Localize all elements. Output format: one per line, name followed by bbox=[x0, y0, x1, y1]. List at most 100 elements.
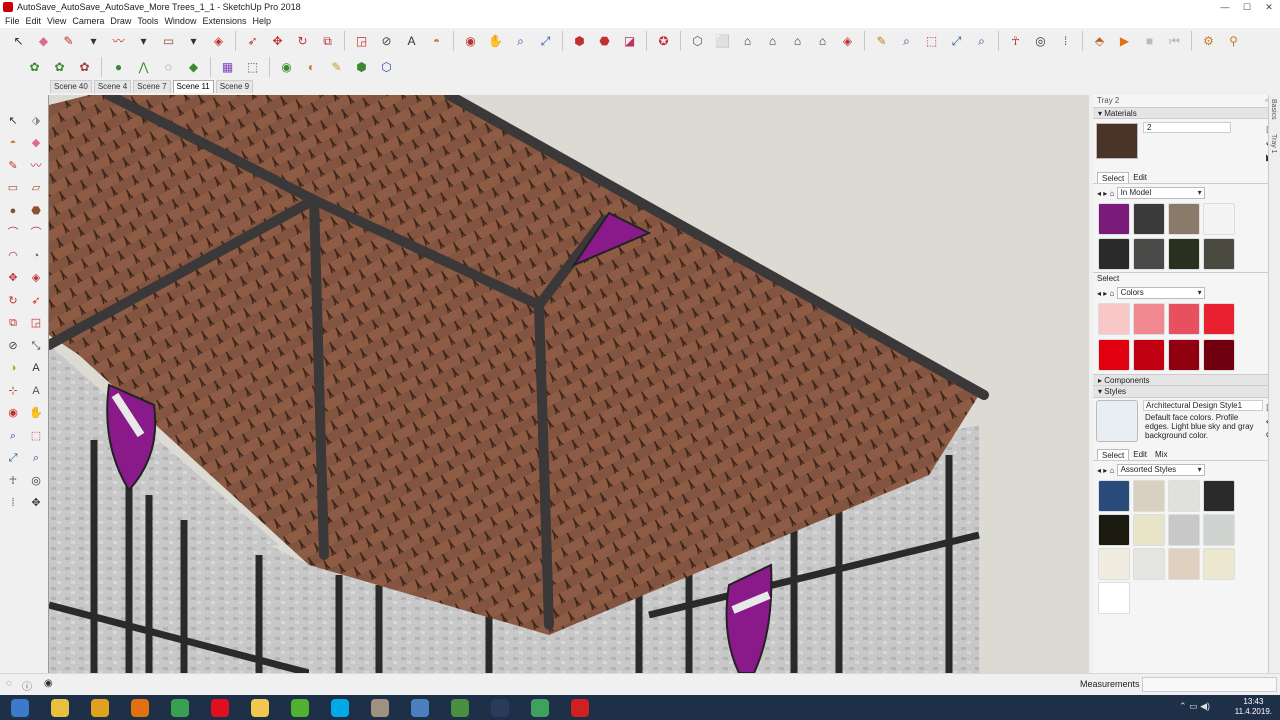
zoom-window-icon[interactable]: ⬚ bbox=[27, 427, 45, 445]
eraser-icon[interactable]: ◆ bbox=[34, 31, 54, 51]
sandbox-from-contours-icon[interactable]: ✿ bbox=[25, 57, 45, 77]
components-panel-header[interactable]: ▸ Components✕ bbox=[1093, 374, 1280, 386]
opera-icon[interactable] bbox=[202, 695, 238, 720]
style-swatch-12[interactable] bbox=[1097, 582, 1130, 614]
color-by-icon[interactable]: ▦ bbox=[218, 57, 238, 77]
eye-icon[interactable]: ◎ bbox=[1031, 31, 1051, 51]
orbit-icon[interactable]: ◉ bbox=[461, 31, 481, 51]
protractor-icon[interactable]: ◑ bbox=[4, 360, 22, 378]
color-swatch-5[interactable] bbox=[1132, 339, 1165, 371]
sketchup-plugin-icon[interactable] bbox=[82, 695, 118, 720]
menu-window[interactable]: Window bbox=[163, 14, 201, 28]
menu-camera[interactable]: Camera bbox=[71, 14, 109, 28]
freehand-dropdown-icon[interactable]: ▾ bbox=[134, 31, 154, 51]
geo-location-icon[interactable]: ◉ bbox=[277, 57, 297, 77]
style-swatch-2[interactable] bbox=[1167, 480, 1200, 512]
back-view-icon[interactable]: ⌂ bbox=[788, 31, 808, 51]
scale-icon[interactable]: ⧉ bbox=[4, 315, 22, 333]
tape-measure-icon[interactable]: ⊘ bbox=[4, 337, 22, 355]
previous-icon[interactable]: ⏮ bbox=[1165, 31, 1185, 51]
select-icon[interactable]: ↖ bbox=[4, 112, 22, 130]
paint-bucket-icon[interactable]: ◓ bbox=[427, 31, 447, 51]
front-view-icon[interactable]: ⌂ bbox=[738, 31, 758, 51]
chrome-icon[interactable] bbox=[162, 695, 198, 720]
zoom-window-icon[interactable]: ⌕ bbox=[897, 31, 917, 51]
back-arrow-icon-2[interactable]: ◂ bbox=[1097, 289, 1101, 298]
style-swatch-8[interactable] bbox=[1097, 548, 1130, 580]
warehouse-icon[interactable]: ⬢ bbox=[570, 31, 590, 51]
extension-manager-icon[interactable]: ✪ bbox=[654, 31, 674, 51]
material-swatch-4[interactable] bbox=[1097, 238, 1130, 270]
stop-icon[interactable]: ■ bbox=[1140, 31, 1160, 51]
smoove-icon[interactable]: ✿ bbox=[75, 57, 95, 77]
sketchup-icon[interactable] bbox=[562, 695, 598, 720]
tab-scene-7[interactable]: Scene 7 bbox=[133, 80, 171, 93]
zoom-icon[interactable]: ⌕ bbox=[511, 31, 531, 51]
zoom-icon[interactable]: ⌕ bbox=[4, 427, 22, 445]
style-swatch-7[interactable] bbox=[1202, 514, 1235, 546]
home-icon[interactable]: ⌂ bbox=[1110, 189, 1115, 198]
material-name-field[interactable]: 2 bbox=[1143, 122, 1231, 133]
orbit-icon[interactable]: ◉ bbox=[4, 405, 22, 423]
polygon-icon[interactable]: ⬣ bbox=[27, 202, 45, 220]
flip-edge-icon[interactable]: ◆ bbox=[184, 57, 204, 77]
sandbox-from-scratch-icon[interactable]: ✿ bbox=[50, 57, 70, 77]
style-swatch-10[interactable] bbox=[1167, 548, 1200, 580]
materials-panel-header[interactable]: ▾ Materials✕ bbox=[1093, 107, 1280, 119]
material-swatch-1[interactable] bbox=[1132, 203, 1165, 235]
rectangle-icon[interactable]: ▭ bbox=[159, 31, 179, 51]
offset-icon[interactable]: ◲ bbox=[352, 31, 372, 51]
menu-extensions[interactable]: Extensions bbox=[201, 14, 251, 28]
model-info-icon[interactable]: ⬢ bbox=[352, 57, 372, 77]
style-swatch-3[interactable] bbox=[1202, 480, 1235, 512]
material-swatch-2[interactable] bbox=[1167, 203, 1200, 235]
line-icon[interactable]: ✎ bbox=[4, 157, 22, 175]
maximize-button[interactable]: ☐ bbox=[1236, 0, 1258, 14]
footprints-icon[interactable]: ⁞ bbox=[1056, 31, 1076, 51]
user-icon[interactable]: ◉ bbox=[44, 678, 53, 689]
media-player-icon[interactable] bbox=[122, 695, 158, 720]
material-swatch-7[interactable] bbox=[1202, 238, 1235, 270]
credits-icon[interactable]: ⓘ bbox=[22, 678, 32, 693]
material-swatch-6[interactable] bbox=[1167, 238, 1200, 270]
back-arrow-icon[interactable]: ◂ bbox=[1097, 189, 1101, 198]
look-around-icon[interactable]: ⌕ bbox=[972, 31, 992, 51]
model-viewport[interactable] bbox=[48, 95, 1089, 673]
offset-icon[interactable]: ◲ bbox=[27, 315, 45, 333]
notepad-plus-icon[interactable] bbox=[522, 695, 558, 720]
zoom-extents2-icon[interactable]: ⤢ bbox=[947, 31, 967, 51]
line-dropdown-icon[interactable]: ▾ bbox=[84, 31, 104, 51]
menu-draw[interactable]: Draw bbox=[109, 14, 136, 28]
photo-texture-icon[interactable]: ✎ bbox=[327, 57, 347, 77]
materials-library-select[interactable]: In Model bbox=[1116, 187, 1205, 199]
close-button[interactable]: ✕ bbox=[1258, 0, 1280, 14]
style-swatch-1[interactable] bbox=[1132, 480, 1165, 512]
push-pull-icon[interactable]: ◈ bbox=[27, 270, 45, 288]
gimp-icon[interactable] bbox=[362, 695, 398, 720]
circle-icon[interactable]: ● bbox=[4, 202, 22, 220]
freehand-icon[interactable]: 〰 bbox=[109, 31, 129, 51]
extension-warehouse-icon[interactable]: ⬣ bbox=[595, 31, 615, 51]
color-swatch-4[interactable] bbox=[1097, 339, 1130, 371]
folder-icon[interactable] bbox=[242, 695, 278, 720]
style-swatch-5[interactable] bbox=[1132, 514, 1165, 546]
section-plane-icon[interactable]: ⬘ bbox=[1090, 31, 1110, 51]
match-photo-icon[interactable]: ⬡ bbox=[377, 57, 397, 77]
follow-me-icon[interactable]: ➶ bbox=[243, 31, 263, 51]
push-pull-icon[interactable]: ◈ bbox=[209, 31, 229, 51]
walk-icon[interactable]: ⁞ bbox=[4, 495, 22, 513]
rotate-icon[interactable]: ↻ bbox=[4, 292, 22, 310]
zoom-extents-icon[interactable]: ⤢ bbox=[4, 450, 22, 468]
freehand-icon[interactable]: 〰 bbox=[27, 157, 45, 175]
move-icon[interactable]: ✥ bbox=[4, 270, 22, 288]
rectangle-dropdown-icon[interactable]: ▾ bbox=[184, 31, 204, 51]
text-icon[interactable]: A bbox=[402, 31, 422, 51]
tape-measure-icon[interactable]: ⊘ bbox=[377, 31, 397, 51]
send-to-layout-icon[interactable]: ◪ bbox=[620, 31, 640, 51]
previous-view-icon[interactable]: ⌕ bbox=[27, 450, 45, 468]
styles-tab-select[interactable]: Select bbox=[1097, 448, 1130, 460]
menu-help[interactable]: Help bbox=[251, 14, 276, 28]
styles-back-icon[interactable]: ◂ bbox=[1097, 466, 1101, 475]
tab-scene-11[interactable]: Scene 11 bbox=[172, 80, 214, 93]
styles-home-icon[interactable]: ⌂ bbox=[1110, 466, 1115, 475]
